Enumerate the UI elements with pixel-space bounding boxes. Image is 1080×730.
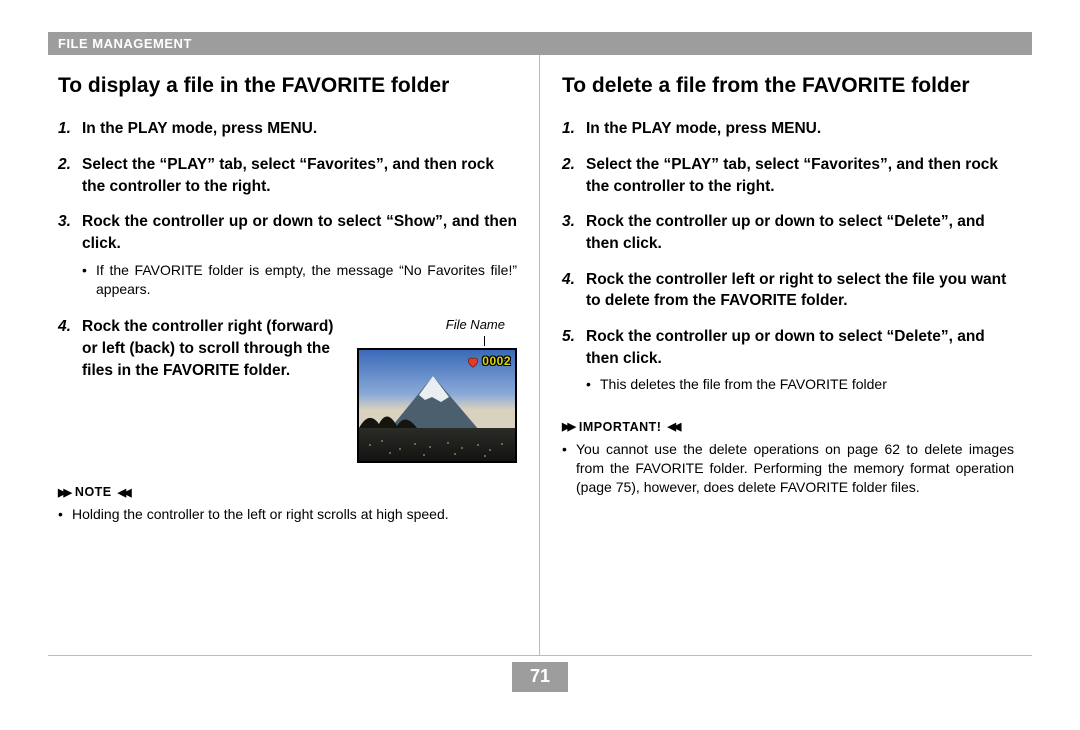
right-step-4: 4. Rock the controller left or right to … — [562, 269, 1014, 312]
step-text: Rock the controller right (forward) or l… — [82, 318, 333, 378]
step-number: 4. — [562, 269, 586, 312]
step-number: 4. — [58, 316, 82, 463]
right-title: To delete a file from the FAVORITE folde… — [562, 73, 1014, 98]
step-number: 1. — [58, 118, 82, 140]
step-number: 2. — [58, 154, 82, 197]
note-label: Note — [69, 485, 118, 499]
left-column: To display a file in the FAVORITE folder… — [48, 55, 540, 655]
overlay-filename: 0002 — [482, 353, 511, 370]
step-text: Select the “PLAY” tab, select “Favorites… — [586, 154, 1014, 197]
note-text: Holding the controller to the left or ri… — [72, 505, 449, 524]
step-note-text: If the FAVORITE folder is empty, the mes… — [96, 261, 517, 300]
note-body: • Holding the controller to the left or … — [58, 505, 517, 524]
important-label: Important! — [573, 420, 668, 434]
step-number: 3. — [58, 211, 82, 302]
sample-photo: 0002 — [357, 348, 517, 463]
triangle-left-icon: ◀◀ — [667, 420, 678, 433]
step-text: Rock the controller left or right to sel… — [586, 269, 1014, 312]
triangle-right-icon: ▶▶ — [562, 420, 573, 433]
step-number: 2. — [562, 154, 586, 197]
step-text: Select the “PLAY” tab, select “Favorites… — [82, 154, 517, 197]
triangle-left-icon: ◀◀ — [118, 486, 129, 499]
manual-page: File Management To display a file in the… — [0, 0, 1080, 730]
left-step-1: 1. In the PLAY mode, press MENU. — [58, 118, 517, 140]
step-note: • If the FAVORITE folder is empty, the m… — [82, 261, 517, 300]
step-number: 3. — [562, 211, 586, 254]
step-text: Rock the controller up or down to select… — [82, 211, 517, 254]
bullet-icon: • — [562, 440, 576, 498]
right-step-5: 5. Rock the controller up or down to sel… — [562, 326, 1014, 398]
right-step-2: 2. Select the “PLAY” tab, select “Favori… — [562, 154, 1014, 197]
step-number: 5. — [562, 326, 586, 398]
left-step-4: 4. Rock the controller right (forward) o… — [58, 316, 517, 463]
step-text: Rock the controller up or down to select… — [586, 326, 1014, 369]
section-header: File Management — [48, 32, 1032, 55]
step-text: In the PLAY mode, press MENU. — [586, 118, 1014, 140]
file-name-illustration: File Name — [357, 316, 517, 463]
note-header: ▶▶ Note ◀◀ — [58, 485, 517, 499]
right-step-1: 1. In the PLAY mode, press MENU. — [562, 118, 1014, 140]
content-columns: To display a file in the FAVORITE folder… — [48, 55, 1032, 656]
page-number-wrap: 71 — [48, 662, 1032, 692]
important-header: ▶▶ Important! ◀◀ — [562, 420, 1014, 434]
step-note-text: This deletes the file from the FAVORITE … — [600, 375, 887, 394]
left-steps: 1. In the PLAY mode, press MENU. 2. Sele… — [58, 118, 517, 463]
bullet-icon: • — [586, 375, 600, 394]
caption-pointer — [357, 336, 517, 346]
step-text: Rock the controller up or down to select… — [586, 211, 1014, 254]
right-steps: 1. In the PLAY mode, press MENU. 2. Sele… — [562, 118, 1014, 398]
step-text: In the PLAY mode, press MENU. — [82, 118, 517, 140]
bullet-icon: • — [58, 505, 72, 524]
left-title: To display a file in the FAVORITE folder — [58, 73, 517, 98]
left-step-2: 2. Select the “PLAY” tab, select “Favori… — [58, 154, 517, 197]
important-text: You cannot use the delete operations on … — [576, 440, 1014, 498]
step-note: • This deletes the file from the FAVORIT… — [586, 375, 1014, 394]
right-column: To delete a file from the FAVORITE folde… — [540, 55, 1032, 655]
right-step-3: 3. Rock the controller up or down to sel… — [562, 211, 1014, 254]
photo-overlay: 0002 — [466, 353, 511, 370]
bullet-icon: • — [82, 261, 96, 300]
left-step-3: 3. Rock the controller up or down to sel… — [58, 211, 517, 302]
triangle-right-icon: ▶▶ — [58, 486, 69, 499]
favorite-heart-icon — [466, 355, 480, 369]
step-number: 1. — [562, 118, 586, 140]
image-caption: File Name — [357, 316, 517, 334]
page-number: 71 — [512, 662, 568, 692]
important-body: • You cannot use the delete operations o… — [562, 440, 1014, 498]
